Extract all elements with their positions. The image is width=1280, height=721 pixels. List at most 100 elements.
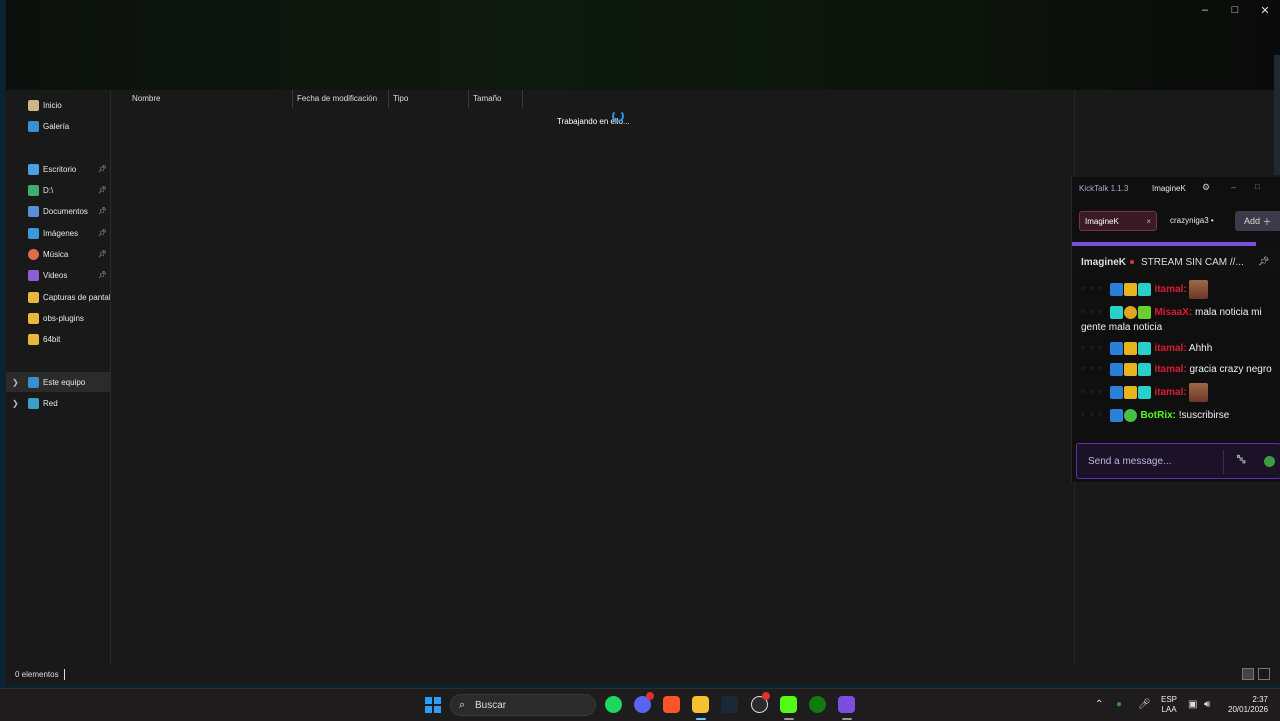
chat-message: ○○○ itamal: Ahhh — [1072, 338, 1280, 359]
clock-time: 2:37 — [1252, 695, 1268, 704]
chat-messages: ○○○ itamal: ○○○ MisaaX: mala noticia mi … — [1072, 277, 1280, 427]
chat-username[interactable]: BotRix: — [1140, 411, 1176, 422]
sidebar-item-escritorio[interactable]: Escritorio 📌︎ — [6, 159, 110, 179]
maximize-button[interactable]: □ — [1220, 0, 1250, 20]
tab-imaginek[interactable]: ImagineK × — [1079, 211, 1157, 231]
network-icon — [28, 397, 39, 409]
xbox-icon[interactable] — [809, 696, 826, 713]
clock-date: 20/01/2026 — [1228, 705, 1269, 714]
chat-message-input[interactable] — [1086, 455, 1220, 468]
pin-icon[interactable]: 📌︎ — [98, 186, 108, 194]
close-button[interactable]: ✕ — [1250, 0, 1280, 20]
chevron-right-icon[interactable]: ❯ — [12, 399, 19, 408]
column-header-tipo[interactable]: Tipo — [393, 94, 408, 103]
chat-username[interactable]: itamal: — [1154, 284, 1186, 295]
tab-crazyniga3[interactable]: crazyniga3 • — [1170, 216, 1214, 225]
sidebar-item-red[interactable]: ❯ Red — [6, 393, 110, 413]
taskbar-search[interactable]: ⌕ Buscar — [450, 694, 596, 716]
moderator-badge-icon — [1109, 283, 1123, 296]
sidebar-item-imagenes[interactable]: Imágenes 📌︎ — [6, 223, 110, 243]
pin-icon[interactable]: 📌︎ — [98, 165, 108, 173]
column-header-fecha[interactable]: Fecha de modificación — [297, 94, 377, 103]
chat-username[interactable]: itamal: — [1154, 343, 1186, 354]
folder-icon — [28, 333, 39, 345]
chat-username[interactable]: itamal: — [1154, 364, 1186, 375]
crown-badge-icon — [1123, 363, 1137, 377]
message-actions-icon[interactable]: ○○○ — [1081, 385, 1107, 400]
kicktalk-window: KickTalk 1.1.3 ImagineK ⚙ – □ ImagineK ×… — [1071, 177, 1280, 482]
chevron-right-icon[interactable]: ❯ — [12, 378, 19, 387]
chat-input-box: 🔤︎ — [1076, 443, 1280, 479]
sidebar-item-documentos[interactable]: Documentos 📌︎ — [6, 201, 110, 221]
sidebar-item-label: Capturas de pantalla — [43, 292, 110, 302]
chat-username[interactable]: itamal: — [1154, 388, 1186, 399]
windows-logo-icon — [425, 706, 432, 713]
bot-badge-icon — [1123, 409, 1137, 423]
app-icon[interactable] — [838, 696, 855, 713]
chat-message: ○○○ BotRix: !suscribirse — [1072, 405, 1280, 426]
pin-icon[interactable]: 📌︎ — [98, 250, 108, 258]
chevron-up-icon[interactable]: ⌃ — [1095, 699, 1103, 710]
sidebar-item-d-drive[interactable]: D:\ 📌︎ — [6, 180, 110, 200]
sidebar-item-inicio[interactable]: Inicio — [6, 95, 110, 115]
minimize-button[interactable]: – — [1190, 0, 1220, 20]
column-divider[interactable] — [292, 90, 293, 108]
emote-icon — [1189, 383, 1209, 403]
add-chat-button[interactable]: Add ＋ — [1235, 211, 1280, 231]
maximize-icon[interactable]: □ — [1255, 182, 1260, 191]
sidebar-item-capturas[interactable]: Capturas de pantalla — [6, 287, 110, 307]
column-header-nombre[interactable]: Nombre — [132, 94, 160, 103]
kick-icon[interactable] — [780, 696, 797, 713]
sidebar-item-galeria[interactable]: Galería — [6, 116, 110, 136]
gear-icon[interactable]: ⚙ — [1202, 182, 1210, 193]
sidebar-item-este-equipo[interactable]: ❯ Este equipo — [6, 372, 110, 392]
pin-icon[interactable]: 📌︎ — [98, 207, 108, 215]
microphone-icon[interactable]: 🎤︎ — [1138, 699, 1151, 710]
language-indicator[interactable]: ESP LAA — [1161, 695, 1177, 715]
tab-label: crazyniga3 — [1170, 216, 1209, 225]
brave-icon[interactable] — [663, 696, 680, 713]
stream-title: STREAM SIN CAM //... — [1141, 257, 1244, 268]
clock[interactable]: 2:37 20/01/2026 — [1228, 695, 1268, 715]
network-icon[interactable]: ▣ — [1188, 699, 1197, 710]
chat-message: ○○○ itamal: — [1072, 277, 1280, 302]
file-explorer-icon[interactable] — [692, 696, 709, 713]
tray-app-icon[interactable]: ● — [1116, 699, 1122, 710]
sidebar-item-musica[interactable]: Música 📌︎ — [6, 244, 110, 264]
channel-name[interactable]: ImagineK — [1081, 257, 1126, 268]
keyboard-layout: LAA — [1161, 705, 1177, 714]
sidebar-item-obs-plugins[interactable]: obs-plugins — [6, 308, 110, 328]
pin-icon[interactable]: 📌︎ — [1258, 256, 1269, 267]
tab-label: ImagineK — [1085, 216, 1119, 226]
minimize-icon[interactable]: – — [1231, 182, 1236, 192]
message-actions-icon[interactable]: ○○○ — [1081, 305, 1107, 320]
column-divider[interactable] — [522, 90, 523, 108]
sidebar-item-videos[interactable]: Videos 📌︎ — [6, 265, 110, 285]
tiles-view-button[interactable] — [1258, 668, 1270, 680]
current-user[interactable]: ImagineK — [1152, 184, 1186, 193]
pin-icon[interactable]: 📌︎ — [98, 229, 108, 237]
details-view-button[interactable] — [1242, 668, 1254, 680]
pin-icon[interactable]: 📌︎ — [98, 271, 108, 279]
desktop-scrollbar[interactable] — [1274, 55, 1280, 175]
steam-icon[interactable] — [721, 696, 738, 713]
column-divider[interactable] — [468, 90, 469, 108]
spotify-icon[interactable] — [605, 696, 622, 713]
emote-picker-icon[interactable] — [1264, 456, 1275, 467]
start-button[interactable] — [425, 697, 441, 713]
sidebar-item-label: Inicio — [43, 100, 62, 110]
volume-icon[interactable]: 🔊︎ — [1204, 699, 1210, 710]
input-divider — [1223, 450, 1224, 474]
message-actions-icon[interactable]: ○○○ — [1081, 362, 1107, 377]
message-actions-icon[interactable]: ○○○ — [1081, 408, 1107, 423]
sidebar-item-label: obs-plugins — [43, 313, 84, 323]
chat-username[interactable]: MisaaX: — [1154, 307, 1192, 318]
translate-icon[interactable]: 🔤︎ — [1237, 454, 1245, 467]
sidebar-item-64bit[interactable]: 64bit — [6, 329, 110, 349]
message-actions-icon[interactable]: ○○○ — [1081, 282, 1107, 297]
close-tab-icon[interactable]: × — [1146, 217, 1151, 226]
column-header-tamano[interactable]: Tamaño — [473, 94, 501, 103]
message-actions-icon[interactable]: ○○○ — [1081, 341, 1107, 356]
coin-badge-icon — [1123, 306, 1137, 319]
column-divider[interactable] — [388, 90, 389, 108]
